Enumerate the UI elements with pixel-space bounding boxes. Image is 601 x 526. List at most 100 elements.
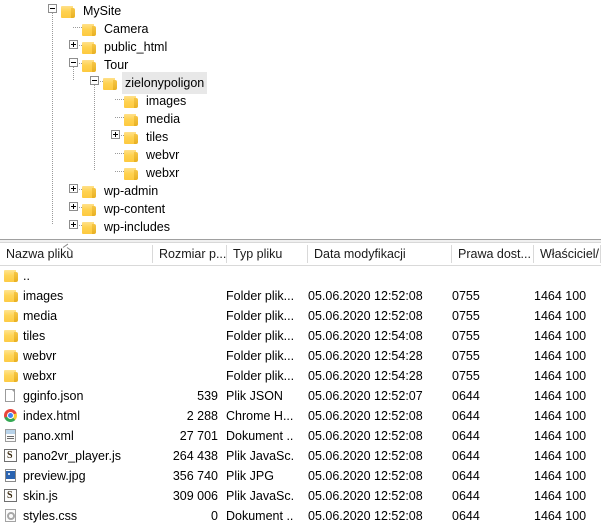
cell-type: Plik JavaSc...	[226, 449, 294, 463]
cell-perm: 0644	[452, 409, 480, 423]
cell-size	[130, 286, 218, 306]
tree-guide-line	[94, 81, 95, 171]
javascript-icon: S	[4, 489, 19, 503]
file-list-row[interactable]: Spano2vr_player.js 264 438 Plik JavaSc... 0…	[0, 446, 601, 466]
file-list-row[interactable]: images Folder plik... 05.06.2020 12:52:08 0…	[0, 286, 601, 306]
file-list-row[interactable]: index.html 2 288 Chrome H... 05.06.2020 12:…	[0, 406, 601, 426]
cell-owner: 1464 100	[534, 369, 587, 383]
expand-node-icon[interactable]	[69, 202, 78, 211]
folder-icon	[4, 289, 19, 303]
cell-owner: 1464 100	[534, 469, 587, 483]
cell-perm: 0644	[452, 389, 480, 403]
tree-item-wp-includes[interactable]: wp-includes	[82, 216, 173, 238]
tree-guide-line	[52, 9, 53, 225]
cell-date: 05.06.2020 12:54:28	[308, 369, 423, 383]
file-list-row[interactable]: tiles Folder plik... 05.06.2020 12:54:08 07…	[0, 326, 601, 346]
cell-date: 05.06.2020 12:54:08	[308, 329, 423, 343]
folder-icon	[124, 95, 139, 108]
column-header-label: Prawa dost...	[458, 247, 531, 261]
file-list-row[interactable]: styles.css 0 Dokument ... 05.06.2020 12:52:…	[0, 506, 601, 526]
cell-date: 05.06.2020 12:52:07	[308, 389, 423, 403]
cell-perm: 0755	[452, 369, 480, 383]
cell-date: 05.06.2020 12:52:08	[308, 449, 423, 463]
cell-perm: 0644	[452, 429, 480, 443]
cell-perm: 0755	[452, 349, 480, 363]
column-header-date[interactable]: Data modyfikacji	[308, 243, 452, 265]
file-list-row[interactable]: Sskin.js 309 006 Plik JavaSc... 05.06.2020 …	[0, 486, 601, 506]
column-header-type[interactable]: Typ pliku	[227, 243, 308, 265]
file-list-row[interactable]: preview.jpg 356 740 Plik JPG 05.06.2020 12:…	[0, 466, 601, 486]
column-header-name[interactable]: Nazwa pliku	[0, 243, 153, 265]
cell-perm: 0644	[452, 469, 480, 483]
cell-owner: 1464 100	[534, 349, 587, 363]
file-list-rows[interactable]: .. images Folder plik... 05.06.2020 12:52:0…	[0, 266, 601, 526]
cell-date	[308, 266, 428, 286]
collapse-node-icon[interactable]	[69, 58, 78, 67]
cell-type	[226, 266, 294, 286]
expand-node-icon[interactable]	[69, 184, 78, 193]
cell-date: 05.06.2020 12:52:08	[308, 489, 423, 503]
cell-owner	[534, 266, 598, 286]
file-list-row[interactable]: pano.xml 27 701 Dokument ... 05.06.2020 12:…	[0, 426, 601, 446]
cell-type: Folder plik...	[226, 309, 294, 323]
cell-owner: 1464 100	[534, 489, 587, 503]
cell-date: 05.06.2020 12:52:08	[308, 309, 423, 323]
cell-owner: 1464 100	[534, 309, 587, 323]
expand-node-icon[interactable]	[111, 130, 120, 139]
xml-document-icon	[4, 429, 19, 443]
column-header-owner[interactable]: Właściciel/...	[534, 243, 601, 265]
cell-type: Folder plik...	[226, 329, 294, 343]
cell-owner: 1464 100	[534, 389, 587, 403]
javascript-icon: S	[4, 449, 19, 463]
cell-owner: 1464 100	[534, 409, 587, 423]
cell-type: Dokument ...	[226, 509, 294, 523]
cell-perm	[452, 266, 504, 286]
expand-node-icon[interactable]	[69, 40, 78, 49]
cell-owner: 1464 100	[534, 509, 587, 523]
cell-size: 264 438	[172, 449, 218, 463]
cell-type: Plik JSON	[226, 389, 283, 403]
file-list-pane[interactable]: Nazwa pliku Rozmiar p... Typ pliku Data mod…	[0, 243, 601, 526]
cell-type: Dokument ...	[226, 429, 294, 443]
cell-perm: 0755	[452, 329, 480, 343]
directory-tree-pane[interactable]: MySite Camera public_html Tour zielonypoligo…	[0, 0, 601, 239]
cell-owner: 1464 100	[534, 429, 587, 443]
cell-type: Plik JPG	[226, 469, 274, 483]
folder-icon	[124, 149, 139, 162]
cell-size: 27 701	[179, 429, 218, 443]
column-header-size[interactable]: Rozmiar p...	[153, 243, 227, 265]
cell-size: 0	[211, 509, 218, 523]
column-header-perm[interactable]: Prawa dost...	[452, 243, 534, 265]
folder-icon	[103, 77, 118, 90]
cell-date: 05.06.2020 12:52:08	[308, 409, 423, 423]
folder-icon	[82, 203, 97, 216]
folder-icon	[124, 113, 139, 126]
file-list-row[interactable]: webvr Folder plik... 05.06.2020 12:54:28 07…	[0, 346, 601, 366]
collapse-node-icon[interactable]	[48, 4, 57, 13]
column-header-label: Data modyfikacji	[314, 247, 406, 261]
cell-size: 539	[197, 389, 218, 403]
jpg-image-icon	[4, 469, 19, 483]
column-header-label: Rozmiar p...	[159, 247, 227, 261]
cell-date: 05.06.2020 12:54:28	[308, 349, 423, 363]
folder-icon	[124, 131, 139, 144]
file-list-row[interactable]: webxr Folder plik... 05.06.2020 12:54:28 07…	[0, 366, 601, 386]
css-document-icon	[4, 509, 19, 523]
cell-size	[130, 306, 218, 326]
folder-icon	[82, 41, 97, 54]
folder-icon	[4, 269, 19, 283]
cell-size: 2 288	[186, 409, 218, 423]
column-header-label: Typ pliku	[233, 247, 283, 261]
expand-node-icon[interactable]	[69, 220, 78, 229]
document-icon	[4, 389, 19, 403]
file-list-header[interactable]: Nazwa pliku Rozmiar p... Typ pliku Data mod…	[0, 243, 601, 266]
cell-size	[130, 266, 218, 286]
cell-type: Chrome H...	[226, 409, 294, 423]
cell-perm: 0644	[452, 509, 480, 523]
file-list-row[interactable]: ..	[0, 266, 601, 286]
file-list-row[interactable]: gginfo.json 539 Plik JSON 05.06.2020 12:52:…	[0, 386, 601, 406]
collapse-node-icon[interactable]	[90, 76, 99, 85]
file-list-row[interactable]: media Folder plik... 05.06.2020 12:52:08 07…	[0, 306, 601, 326]
cell-date: 05.06.2020 12:52:08	[308, 509, 423, 523]
folder-icon	[4, 309, 19, 323]
